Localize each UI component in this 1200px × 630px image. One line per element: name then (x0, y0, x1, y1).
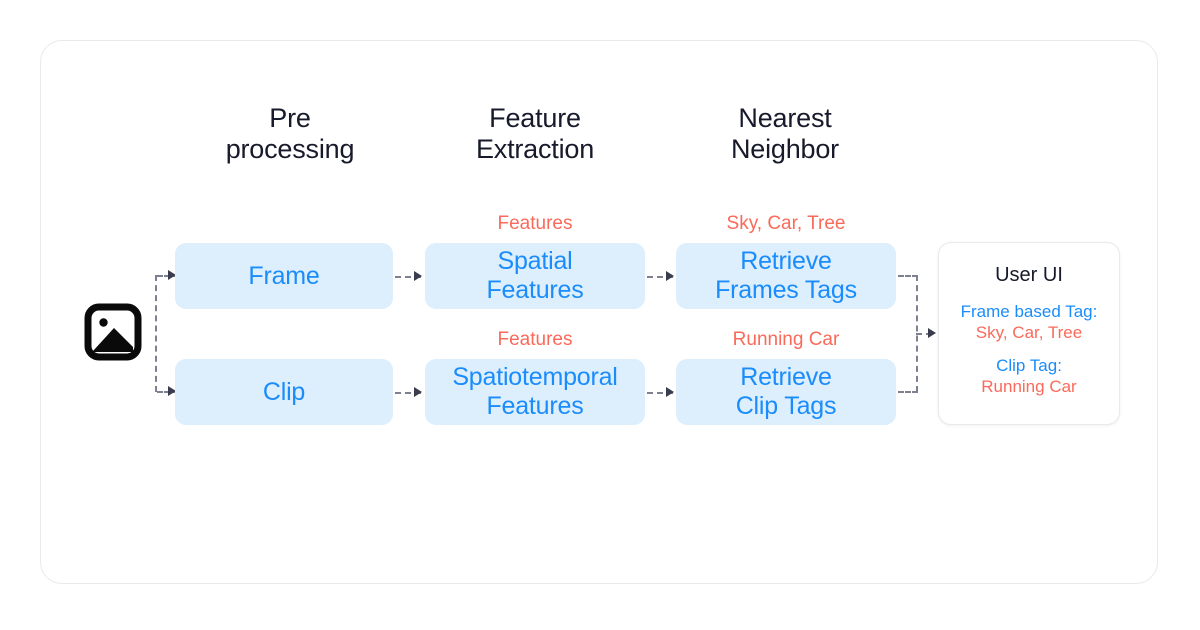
connector-source-spine (155, 275, 157, 392)
connector-clip-tags-to-spine (898, 391, 918, 393)
user-ui-panel[interactable]: User UI Frame based Tag: Sky, Car, Tree … (938, 242, 1120, 425)
label-features-frame: Features (497, 213, 573, 234)
user-ui-frame-tag-value: Sky, Car, Tree (975, 323, 1083, 342)
column-heading-preprocessing: Pre processing (225, 103, 355, 164)
box-frame[interactable]: Frame (175, 243, 393, 309)
arrowhead-spatiotemporal-to-retrieve-clip (666, 387, 674, 397)
user-ui-clip-tag-key: Clip Tag: (996, 356, 1062, 375)
arrowhead-frame-to-spatial (414, 271, 422, 281)
connector-frames-tags-to-spine (898, 275, 918, 277)
box-spatiotemporal-features[interactable]: Spatiotemporal Features (425, 359, 645, 425)
box-retrieve-clip-tags[interactable]: Retrieve Clip Tags (676, 359, 896, 425)
arrowhead-spatial-to-retrieve-frames (666, 271, 674, 281)
user-ui-title: User UI (995, 264, 1063, 286)
image-icon (84, 303, 142, 361)
box-clip[interactable]: Clip (175, 359, 393, 425)
box-spatial-features[interactable]: Spatial Features (425, 243, 645, 309)
arrowhead-spine-to-user-ui (928, 328, 936, 338)
column-heading-nearest-neighbor: Nearest Neighbor (731, 103, 839, 164)
box-retrieve-frames-tags[interactable]: Retrieve Frames Tags (676, 243, 896, 309)
label-running-car: Running Car (732, 329, 840, 350)
label-sky-car-tree: Sky, Car, Tree (726, 213, 846, 234)
arrowhead-clip-to-spatiotemporal (414, 387, 422, 397)
user-ui-frame-tag-key: Frame based Tag: (960, 302, 1098, 321)
user-ui-clip-tag-value: Running Car (981, 377, 1077, 396)
pipeline-diagram: Pre processing Feature Extraction Neares… (0, 0, 1200, 630)
label-features-clip: Features (497, 329, 573, 350)
column-heading-feature-extraction: Feature Extraction (475, 103, 595, 164)
